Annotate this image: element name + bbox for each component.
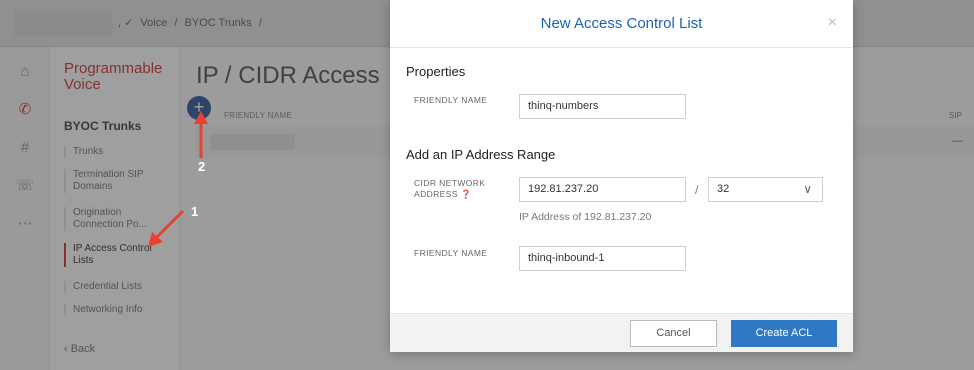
range-friendly-name-input[interactable]: thinq-inbound-1 bbox=[519, 246, 686, 271]
create-acl-button[interactable]: Create ACL bbox=[731, 320, 837, 347]
range-heading: Add an IP Address Range bbox=[406, 147, 556, 162]
close-icon[interactable]: × bbox=[828, 14, 837, 32]
properties-heading: Properties bbox=[406, 64, 466, 79]
friendly-name-input[interactable]: thinq-numbers bbox=[519, 94, 686, 119]
annotation-label-1: 1 bbox=[191, 204, 199, 219]
cidr-hint: IP Address of 192.81.237.20 bbox=[519, 211, 652, 223]
modal-title: New Access Control List bbox=[540, 15, 703, 32]
new-acl-modal: New Access Control List × Properties FRI… bbox=[390, 0, 853, 352]
cancel-button[interactable]: Cancel bbox=[630, 320, 717, 347]
prefix-select[interactable]: 32 ∨ bbox=[708, 177, 823, 202]
cidr-address-input[interactable]: 192.81.237.20 bbox=[519, 177, 686, 202]
friendly-name-label: FRIENDLY NAME bbox=[414, 95, 488, 105]
chevron-down-icon: ∨ bbox=[803, 182, 812, 196]
modal-header: New Access Control List × bbox=[390, 0, 853, 48]
annotation-label-2: 2 bbox=[198, 159, 206, 174]
range-friendly-name-label: FRIENDLY NAME bbox=[414, 248, 488, 258]
prefix-value: 32 bbox=[717, 183, 730, 195]
modal-footer: Cancel Create ACL bbox=[390, 313, 853, 352]
cidr-slash: / bbox=[695, 183, 699, 197]
cidr-label: CIDR NETWORK ADDRESS ❓ bbox=[414, 178, 486, 199]
